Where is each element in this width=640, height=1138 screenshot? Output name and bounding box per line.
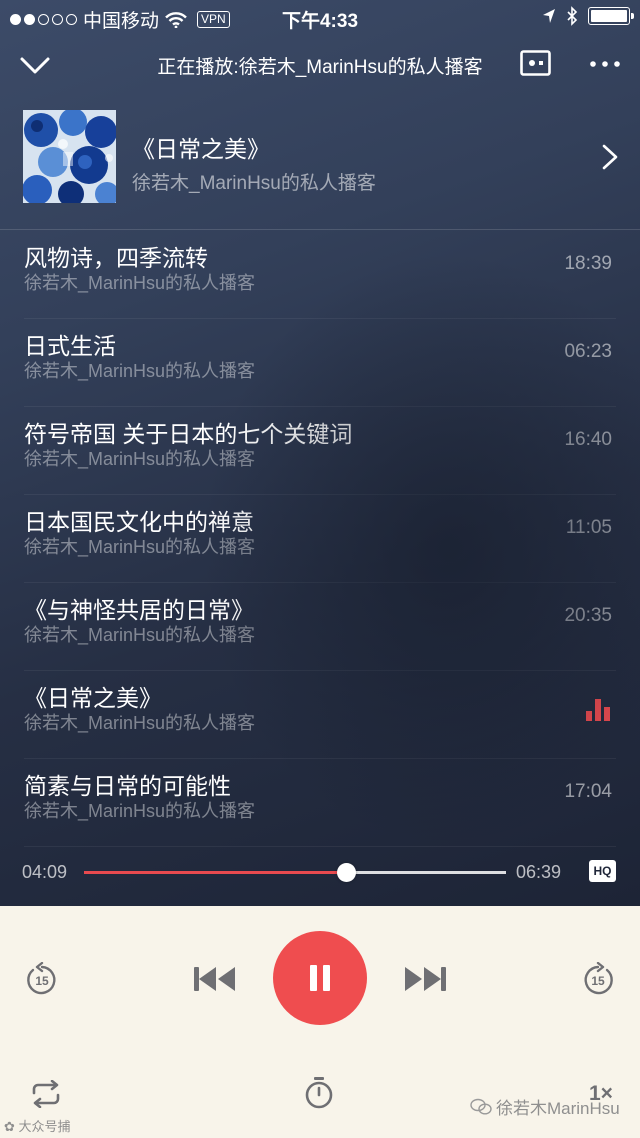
pause-icon <box>323 965 330 991</box>
episode-title: 风物诗，四季流转 <box>24 245 208 271</box>
album-cover <box>23 110 116 203</box>
watermark-left-text: 大众号捕 <box>18 1119 71 1134</box>
episode-duration: 17:04 <box>564 781 612 802</box>
episode-item[interactable]: 《与神怪共居的日常》 徐若木_MarinHsu的私人播客 20:35 <box>0 583 640 671</box>
chevron-down-icon[interactable] <box>18 48 52 82</box>
screen-cast-icon[interactable] <box>520 50 551 76</box>
episode-duration: 20:35 <box>564 605 612 626</box>
progress-played <box>84 871 346 874</box>
divider <box>0 229 640 230</box>
episode-duration: 11:05 <box>565 517 612 538</box>
album-title: 《日常之美》 <box>132 136 270 162</box>
equalizer-bar <box>604 706 610 721</box>
album-author: 徐若木_MarinHsu的私人播客 <box>132 173 376 194</box>
album-cover-art <box>23 110 116 203</box>
episode-item[interactable]: 符号帝国 关于日本的七个关键词 徐若木_MarinHsu的私人播客 16:40 <box>0 407 640 495</box>
episode-item[interactable]: 风物诗，四季流转 徐若木_MarinHsu的私人播客 18:39 <box>0 231 640 319</box>
watermark-left: ✿ 大众号捕 <box>4 1116 71 1135</box>
episode-author: 徐若木_MarinHsu的私人播客 <box>24 537 256 557</box>
pause-icon <box>310 965 317 991</box>
location-arrow-icon <box>543 9 555 23</box>
playback-controls: 15 15 1× ✿ 大众号捕 徐若木MarinHsu <box>0 906 640 1138</box>
more-dots-icon[interactable] <box>588 52 622 76</box>
episode-title: 日本国民文化中的禅意 <box>24 509 254 535</box>
rewind-15-icon[interactable]: 15 <box>24 962 60 998</box>
now-playing-title: 正在播放:徐若木_MarinHsu的私人播客 <box>157 57 483 78</box>
episode-item[interactable]: 简素与日常的可能性 徐若木_MarinHsu的私人播客 17:04 <box>0 759 640 847</box>
episode-item[interactable]: 日式生活 徐若木_MarinHsu的私人播客 06:23 <box>0 319 640 407</box>
episode-title: 《与神怪共居的日常》 <box>24 597 254 623</box>
player-header: 正在播放:徐若木_MarinHsu的私人播客 <box>0 40 640 90</box>
status-bar: 中国移动 VPN 下午4:33 <box>0 0 640 34</box>
total-time: 06:39 <box>516 862 562 882</box>
timer-icon[interactable] <box>304 1076 334 1110</box>
watermark-right: 徐若木MarinHsu <box>470 1094 620 1119</box>
episode-duration: 16:40 <box>564 429 612 450</box>
progress-bar: 04:09 06:39 HQ <box>0 856 640 890</box>
watermark-right-text: 徐若木MarinHsu <box>496 1099 620 1118</box>
now-playing-panel: 中国移动 VPN 下午4:33 正在播放:徐若木_MarinHsu的私人播客 《… <box>0 0 640 906</box>
wechat-icon <box>470 1098 492 1115</box>
status-right <box>542 6 634 26</box>
episode-author: 徐若木_MarinHsu的私人播客 <box>24 449 256 469</box>
episode-list: 风物诗，四季流转 徐若木_MarinHsu的私人播客 18:39 日式生活 徐若木_Ma… <box>0 231 640 847</box>
hq-badge[interactable]: HQ <box>589 860 616 882</box>
episode-author: 徐若木_MarinHsu的私人播客 <box>24 801 256 821</box>
forward-seconds: 15 <box>591 974 605 988</box>
weibo-icon: ✿ <box>4 1119 15 1134</box>
episode-duration: 18:39 <box>564 253 612 274</box>
equalizer-bar <box>595 699 601 721</box>
episode-title: 简素与日常的可能性 <box>24 773 231 799</box>
episode-title: 《日常之美》 <box>24 685 162 711</box>
bluetooth-icon <box>567 6 578 26</box>
episode-title: 日式生活 <box>24 333 116 359</box>
episode-author: 徐若木_MarinHsu的私人播客 <box>24 273 256 293</box>
battery-icon <box>588 7 634 25</box>
battery-fill <box>591 10 627 22</box>
equalizer-bar <box>586 711 592 721</box>
forward-15-icon[interactable]: 15 <box>580 962 616 998</box>
current-time: 04:09 <box>22 862 68 882</box>
rewind-seconds: 15 <box>35 974 49 988</box>
episode-item[interactable]: 《日常之美》 徐若木_MarinHsu的私人播客 <box>0 671 640 759</box>
progress-track[interactable] <box>84 863 506 882</box>
now-playing-bars-icon <box>586 699 610 721</box>
episode-author: 徐若木_MarinHsu的私人播客 <box>24 713 256 733</box>
previous-track-icon[interactable] <box>193 964 237 994</box>
episode-title: 符号帝国 关于日本的七个关键词 <box>24 421 353 447</box>
chevron-right-icon[interactable] <box>598 142 622 172</box>
episode-author: 徐若木_MarinHsu的私人播客 <box>24 361 256 381</box>
episode-item[interactable]: 日本国民文化中的禅意 徐若木_MarinHsu的私人播客 11:05 <box>0 495 640 583</box>
progress-knob[interactable] <box>336 863 356 882</box>
episode-author: 徐若木_MarinHsu的私人播客 <box>24 625 256 645</box>
repeat-icon[interactable] <box>30 1080 62 1108</box>
pause-button[interactable] <box>273 931 367 1025</box>
next-track-icon[interactable] <box>403 964 447 994</box>
current-album-row[interactable]: 《日常之美》 徐若木_MarinHsu的私人播客 <box>0 106 640 230</box>
episode-duration: 06:23 <box>564 341 612 362</box>
